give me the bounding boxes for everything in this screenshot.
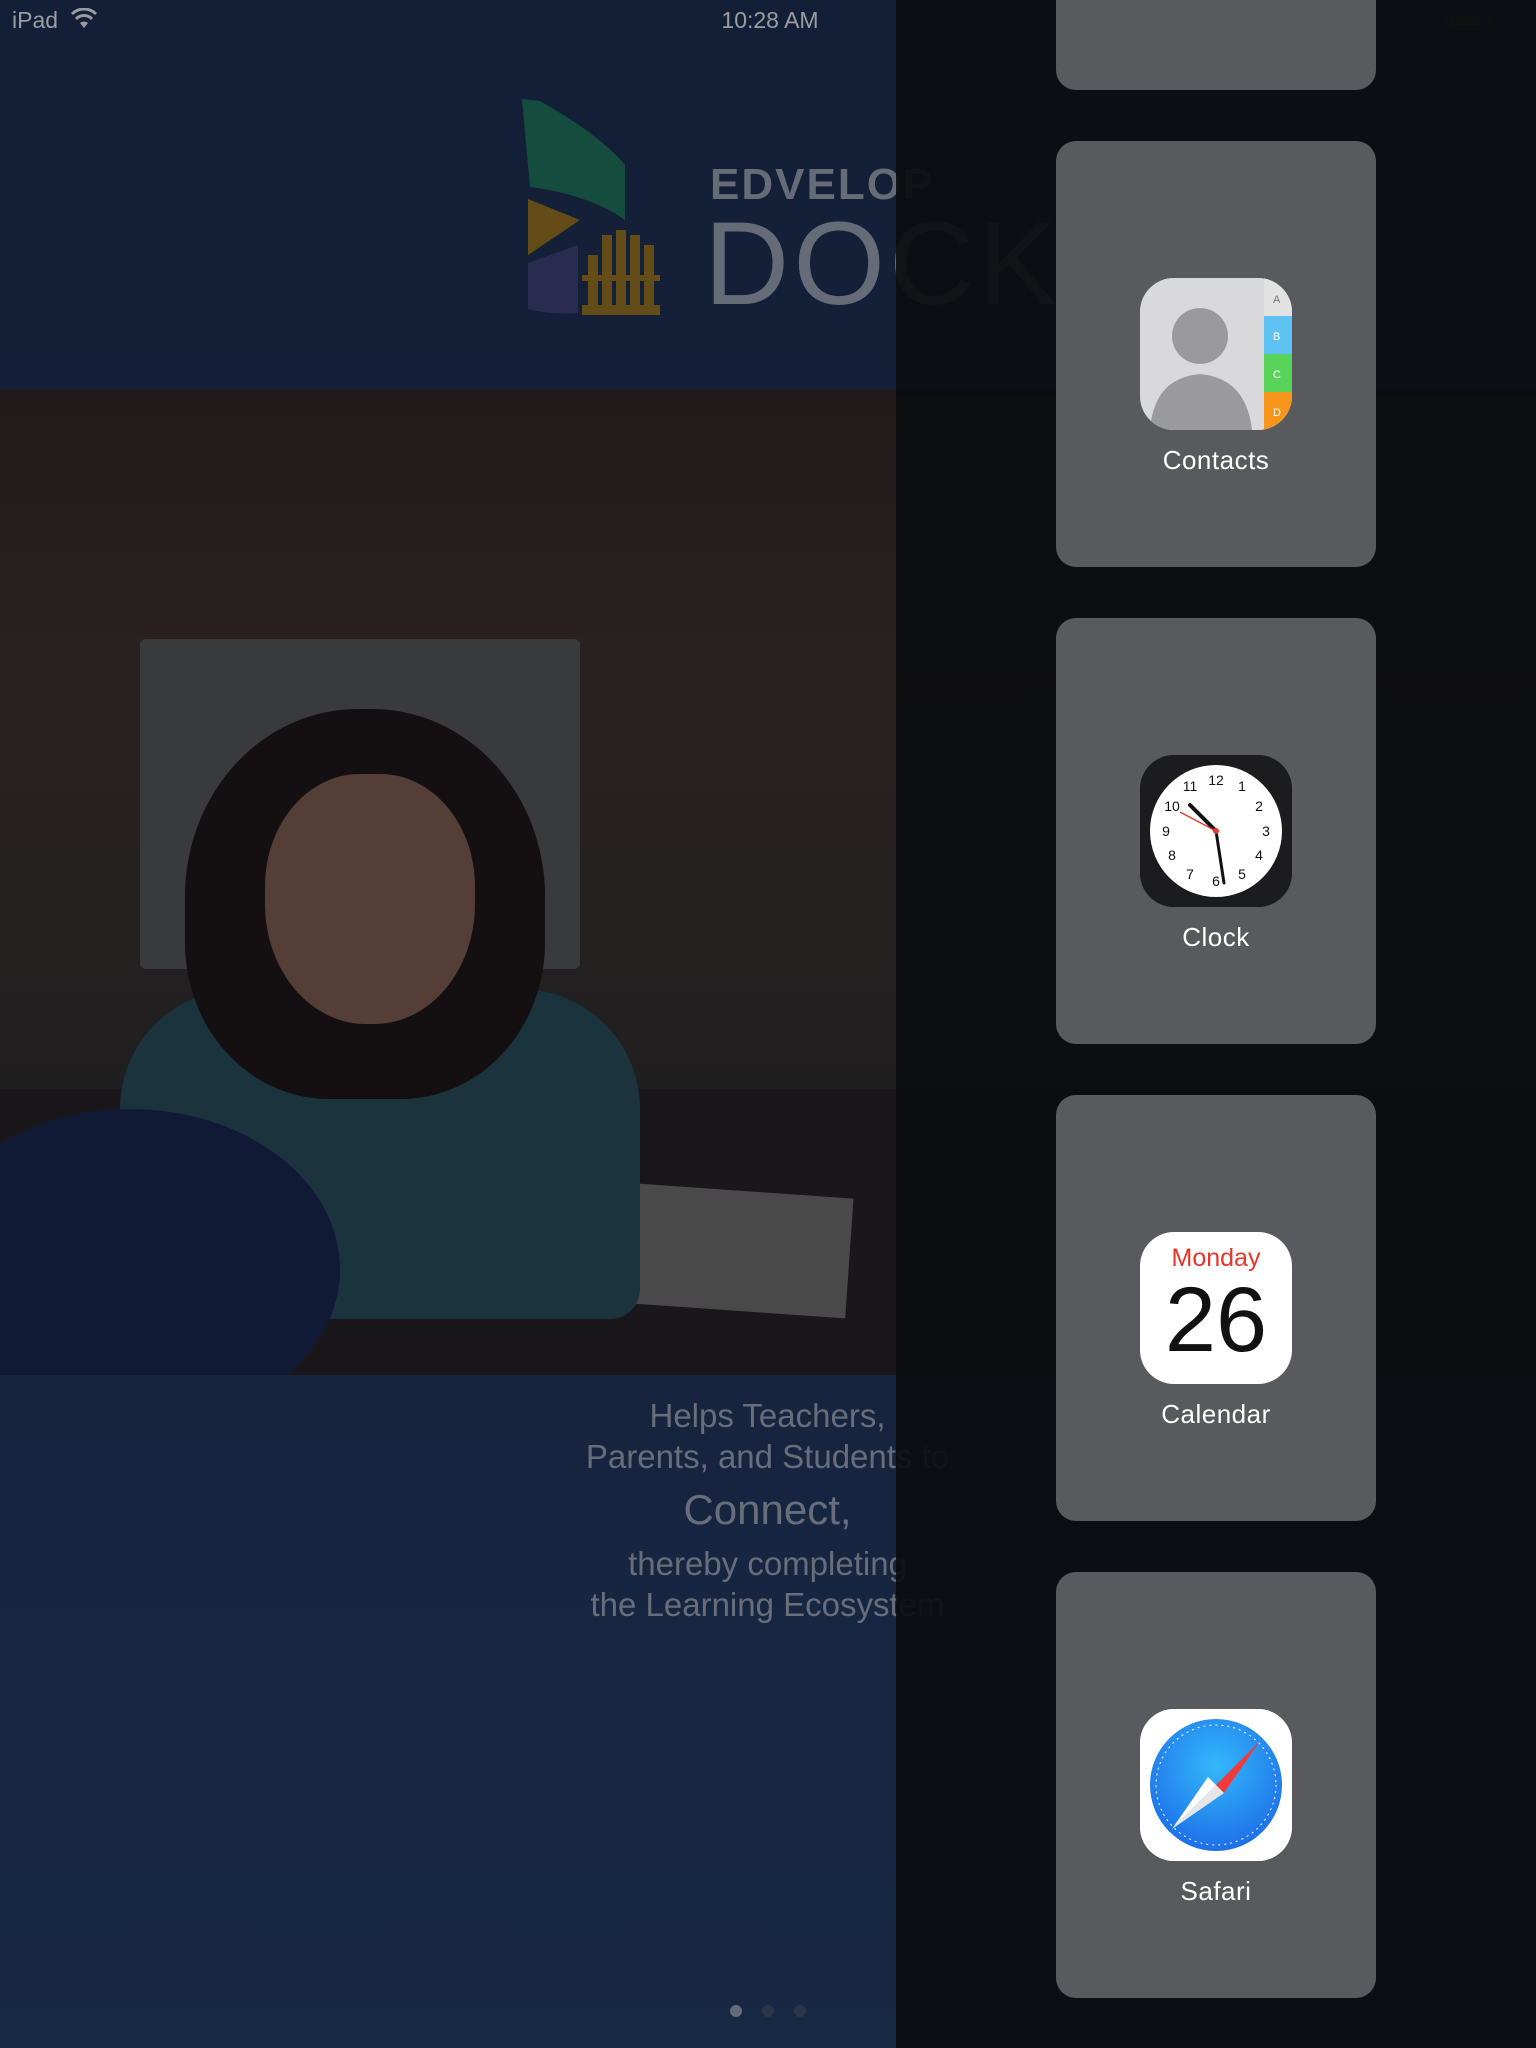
app-picker-panel: A B C D Contacts 12 1 2 3 4 5 6 7 8 9 10…	[896, 0, 1536, 2048]
svg-text:8: 8	[1168, 847, 1176, 863]
app-card-contacts[interactable]: A B C D Contacts	[1056, 141, 1376, 567]
svg-text:11: 11	[1183, 778, 1198, 794]
svg-text:A: A	[1273, 294, 1281, 306]
svg-text:3: 3	[1262, 823, 1270, 839]
svg-text:2: 2	[1255, 798, 1263, 814]
clock-icon: 12 1 2 3 4 5 6 7 8 9 10 11	[1140, 755, 1292, 907]
app-card-safari[interactable]: Safari	[1056, 1572, 1376, 1998]
svg-text:7: 7	[1186, 866, 1194, 882]
app-label-clock: Clock	[1182, 922, 1250, 952]
app-card-clock[interactable]: 12 1 2 3 4 5 6 7 8 9 10 11 Clock	[1056, 618, 1376, 1044]
contacts-icon: A B C D	[1140, 278, 1292, 430]
svg-text:D: D	[1273, 407, 1281, 419]
svg-text:B: B	[1273, 331, 1280, 343]
svg-text:1: 1	[1238, 778, 1246, 794]
svg-text:6: 6	[1212, 873, 1220, 889]
svg-text:5: 5	[1238, 866, 1246, 882]
svg-text:9: 9	[1162, 823, 1170, 839]
app-label-calendar: Calendar	[1161, 1399, 1271, 1429]
svg-text:4: 4	[1255, 847, 1263, 863]
svg-text:C: C	[1273, 369, 1281, 381]
app-card-calendar[interactable]: Monday 26 Calendar	[1056, 1095, 1376, 1521]
svg-text:10: 10	[1164, 798, 1180, 814]
app-card-partial[interactable]	[1056, 0, 1376, 90]
svg-text:12: 12	[1208, 772, 1224, 788]
calendar-icon: Monday 26	[1140, 1232, 1292, 1384]
app-label-contacts: Contacts	[1162, 445, 1270, 475]
app-label-safari: Safari	[1180, 1876, 1252, 1906]
calendar-icon-date: 26	[1164, 1269, 1268, 1371]
safari-icon	[1140, 1709, 1292, 1861]
